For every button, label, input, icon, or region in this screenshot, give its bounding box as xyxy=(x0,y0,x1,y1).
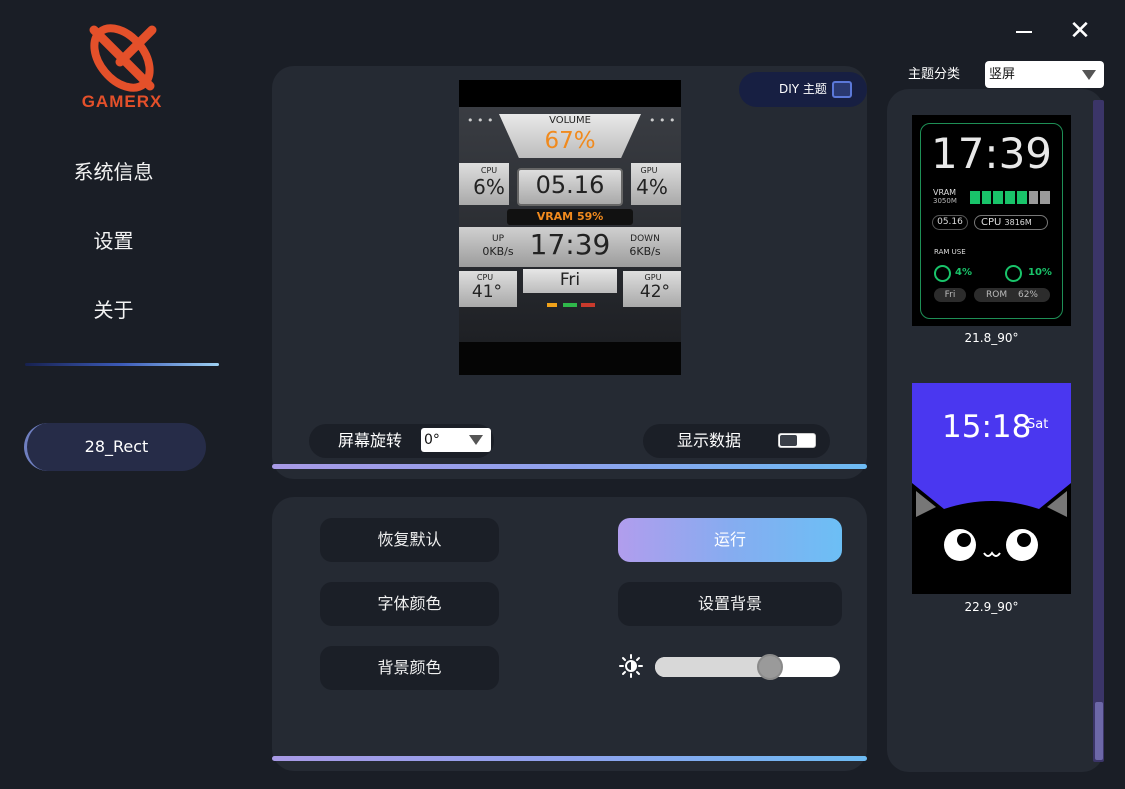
nav-item-about[interactable]: 关于 xyxy=(40,294,187,323)
minimize-icon[interactable] xyxy=(1016,31,1032,33)
scrollbar-thumb[interactable] xyxy=(1095,702,1103,760)
theme-category-select[interactable]: 竖屏 xyxy=(985,61,1104,88)
controls-accent-line xyxy=(272,756,867,761)
preview-accent-line xyxy=(272,464,867,469)
device-button[interactable]: 28_Rect xyxy=(24,423,206,471)
nav-item-settings[interactable]: 设置 xyxy=(40,225,187,254)
show-data-toggle[interactable] xyxy=(778,433,816,448)
theme1-cpu-value: 3816M xyxy=(1004,218,1032,227)
gpu-temp: 42° xyxy=(639,282,671,302)
font-color-button[interactable]: 字体颜色 xyxy=(320,582,499,626)
show-data-label: 显示数据 xyxy=(677,431,742,450)
theme1-gpu-icon xyxy=(1005,265,1022,282)
gpu-temp-label: GPU xyxy=(644,273,662,282)
restore-default-button[interactable]: 恢复默认 xyxy=(320,518,499,562)
menu-dots-icon: • • • xyxy=(467,114,494,127)
theme1-rom: ROM 62% xyxy=(974,288,1050,302)
theme1-cpu: CPU 3816M xyxy=(974,215,1048,230)
chevron-down-icon xyxy=(1082,70,1096,80)
set-background-button[interactable]: 设置背景 xyxy=(618,582,842,626)
cpu-temp-label: CPU xyxy=(476,273,494,282)
theme-thumbnail-2[interactable]: 15:18 Sat xyxy=(912,383,1071,594)
down-label: DOWN xyxy=(630,234,660,244)
cpu-temp: 41° xyxy=(471,282,503,302)
chevron-down-icon xyxy=(469,435,483,445)
nav-item-system-info[interactable]: 系统信息 xyxy=(40,156,187,185)
theme1-cpu-label: CPU xyxy=(981,217,1002,228)
rotation-select[interactable]: 0° xyxy=(421,428,491,452)
theme1-ram-label: RAM USE xyxy=(934,248,966,256)
scrollbar-track[interactable] xyxy=(1093,100,1104,762)
vram-value: VRAM 59% xyxy=(536,210,604,223)
theme-caption-2: 22.9_90° xyxy=(964,600,1019,614)
rotation-value: 0° xyxy=(424,432,440,448)
theme-thumbnail-1[interactable]: 17:39 VRAM 3050M 05.16 CPU 3816M RAM USE… xyxy=(912,115,1071,326)
cat-illustration xyxy=(912,483,1071,594)
gpu-value: 4% xyxy=(636,175,668,199)
down-value: 6KB/s xyxy=(629,245,661,258)
theme-category-label: 主题分类 xyxy=(908,67,961,82)
theme1-vram-bars xyxy=(970,191,1051,204)
volume-value: 67% xyxy=(544,128,596,154)
theme-caption-1: 21.8_90° xyxy=(964,331,1019,345)
device-screen-preview: • • • • • • VOLUME 67% CPU 6% 05.16 GPU … xyxy=(459,80,681,375)
clock-time: 17:39 xyxy=(529,228,611,261)
brightness-icon xyxy=(619,654,643,678)
theme1-date: 05.16 xyxy=(932,215,968,230)
cpu-label: CPU xyxy=(480,166,498,175)
date-value: 05.16 xyxy=(535,171,605,199)
diy-icon xyxy=(832,81,852,98)
theme-category-value: 竖屏 xyxy=(989,67,1016,82)
brightness-slider[interactable] xyxy=(655,657,840,677)
theme1-rom-value: 62% xyxy=(1017,290,1038,300)
diy-theme-button[interactable]: DIY 主题 xyxy=(739,72,867,107)
rotation-label: 屏幕旋转 xyxy=(338,431,403,450)
brightness-slider-knob[interactable] xyxy=(756,654,783,680)
theme1-vram-label: VRAM xyxy=(933,188,957,197)
up-label: UP xyxy=(491,234,504,244)
theme1-day: Fri xyxy=(934,288,966,302)
nav-divider xyxy=(25,363,219,366)
theme1-vram-sub: 3050M xyxy=(933,197,957,205)
cpu-value: 6% xyxy=(473,175,505,199)
menu-dots-icon: • • • xyxy=(649,114,676,127)
theme1-rom-label: ROM xyxy=(986,290,1008,300)
theme1-time: 17:39 xyxy=(930,129,1053,178)
theme1-pct1: 4% xyxy=(955,267,972,278)
bg-color-button[interactable]: 背景颜色 xyxy=(320,646,499,690)
day-value: Fri xyxy=(559,270,581,290)
theme2-time: 15:18 xyxy=(942,409,1032,445)
brand-name: GAMERX xyxy=(81,92,163,111)
theme1-pct2: 10% xyxy=(1028,267,1052,278)
close-icon[interactable]: ✕ xyxy=(1068,18,1092,44)
run-button[interactable]: 运行 xyxy=(618,518,842,562)
theme2-day: Sat xyxy=(1027,417,1049,432)
up-value: 0KB/s xyxy=(482,245,514,258)
volume-label: VOLUME xyxy=(549,115,591,126)
diy-label: DIY 主题 xyxy=(779,82,827,96)
gpu-label: GPU xyxy=(640,166,658,175)
theme1-ram-icon xyxy=(934,265,951,282)
